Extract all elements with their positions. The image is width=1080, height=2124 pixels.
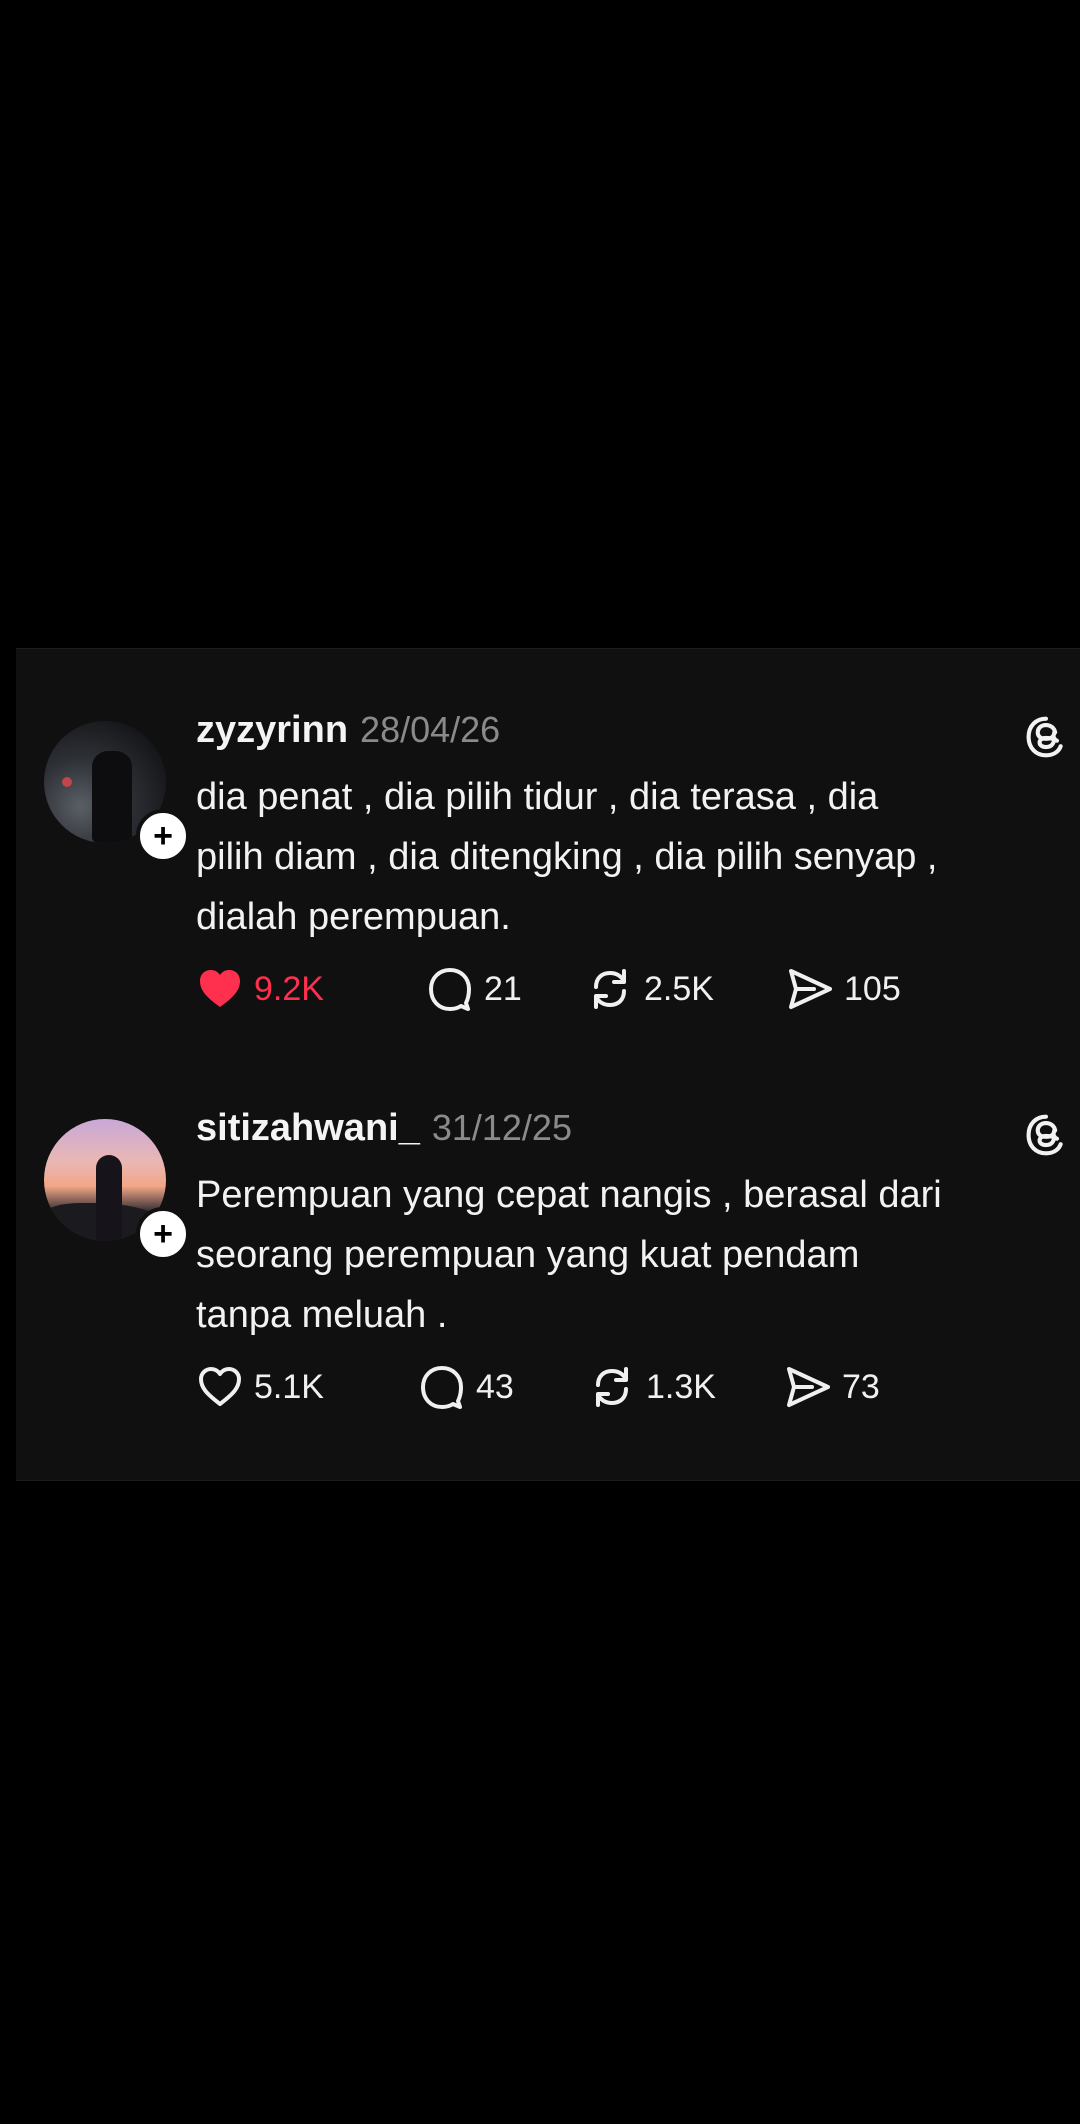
heart-outline-icon <box>199 1367 241 1406</box>
post-body-line: pilih diam , dia ditengking , dia pilih … <box>196 836 938 878</box>
share-button[interactable]: 105 <box>786 959 901 1019</box>
reply-count: 43 <box>476 1367 514 1406</box>
avatar-container[interactable]: + <box>44 1119 190 1261</box>
repost-button[interactable]: 2.5K <box>586 959 714 1019</box>
post-actions: 5.1K 43 1.3K 73 <box>196 1357 1056 1417</box>
post-body-line: tanpa meluah . <box>196 1294 448 1336</box>
post-body-line: seorang perempuan yang kuat pendam <box>196 1234 860 1276</box>
share-count: 73 <box>842 1367 880 1406</box>
repost-icon <box>594 969 626 1009</box>
follow-button[interactable]: + <box>136 1207 190 1261</box>
threads-feed-card: + zyzyrinn 28/04/26 dia penat , dia pili… <box>16 648 1080 1481</box>
share-icon <box>789 969 832 1009</box>
threads-logo-icon[interactable] <box>1024 1113 1068 1157</box>
post-body: dia penat , dia pilih tidur , dia terasa… <box>196 767 1076 947</box>
post-header: sitizahwani_ 31/12/25 <box>196 1107 572 1157</box>
repost-button[interactable]: 1.3K <box>588 1357 716 1417</box>
threads-logo-icon[interactable] <box>1024 715 1068 759</box>
comment-icon <box>421 1366 463 1409</box>
reply-count: 21 <box>484 969 522 1008</box>
post-header: zyzyrinn 28/04/26 <box>196 709 500 759</box>
post-body: Perempuan yang cepat nangis , berasal da… <box>196 1165 1076 1345</box>
plus-icon: + <box>153 817 173 855</box>
repost-count: 1.3K <box>646 1367 716 1406</box>
like-button[interactable]: 9.2K <box>196 959 324 1019</box>
username[interactable]: zyzyrinn <box>196 709 348 752</box>
like-count: 5.1K <box>254 1367 324 1406</box>
post-date: 31/12/25 <box>431 1107 572 1148</box>
share-icon <box>787 1367 830 1407</box>
repost-icon <box>596 1367 628 1407</box>
comment-icon <box>429 968 471 1011</box>
avatar-photo-figure <box>92 751 132 843</box>
screen: + zyzyrinn 28/04/26 dia penat , dia pili… <box>0 0 1080 2124</box>
heart-filled-icon <box>200 970 240 1007</box>
post-body-line: dialah perempuan. <box>196 896 511 938</box>
plus-icon: + <box>153 1215 173 1253</box>
post-body-line: Perempuan yang cepat nangis , berasal da… <box>196 1174 942 1216</box>
reply-button[interactable]: 21 <box>426 959 522 1019</box>
post-actions: 9.2K 21 2.5K 105 <box>196 959 1056 1019</box>
like-count: 9.2K <box>254 969 324 1008</box>
post-date: 28/04/26 <box>360 709 501 750</box>
repost-count: 2.5K <box>644 969 714 1008</box>
avatar-photo-figure <box>96 1155 122 1241</box>
avatar-container[interactable]: + <box>44 721 190 863</box>
share-button[interactable]: 73 <box>784 1357 880 1417</box>
post-body-line: dia penat , dia pilih tidur , dia terasa… <box>196 776 879 818</box>
avatar-photo-detail <box>62 777 72 787</box>
username[interactable]: sitizahwani_ <box>196 1107 420 1150</box>
share-count: 105 <box>844 969 901 1008</box>
follow-button[interactable]: + <box>136 809 190 863</box>
like-button[interactable]: 5.1K <box>196 1357 324 1417</box>
reply-button[interactable]: 43 <box>418 1357 514 1417</box>
